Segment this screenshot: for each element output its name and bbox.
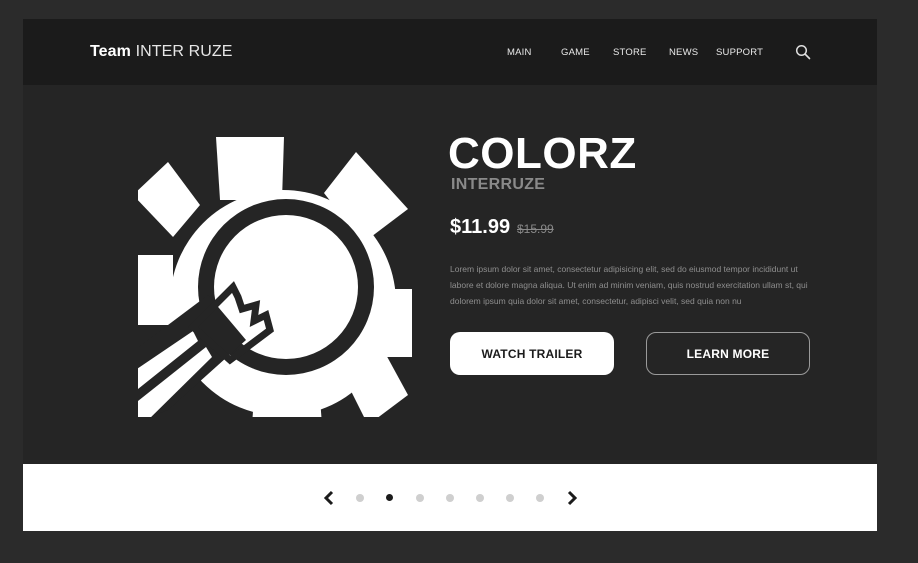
product-price: $11.99 xyxy=(450,216,511,238)
product-title: COLORZ xyxy=(448,129,637,178)
chevron-right-icon[interactable] xyxy=(565,490,579,506)
watch-trailer-button[interactable]: WATCH TRAILER xyxy=(450,332,614,375)
nav-item-game[interactable]: GAME xyxy=(561,47,590,58)
carousel-dot[interactable] xyxy=(446,494,454,502)
carousel-dot[interactable] xyxy=(386,494,393,501)
search-icon[interactable] xyxy=(795,44,811,60)
top-nav-bar: Team INTER RUZE MAIN GAME STORE NEWS SUP… xyxy=(23,19,877,85)
carousel-dot[interactable] xyxy=(356,494,364,502)
gear-lightbulb-icon xyxy=(138,135,412,417)
product-description: Lorem ipsum dolor sit amet, consectetur … xyxy=(450,264,808,306)
learn-more-button[interactable]: LEARN MORE xyxy=(646,332,810,375)
carousel-dot[interactable] xyxy=(416,494,424,502)
carousel-pager xyxy=(23,464,877,531)
brand-name-light: INTER RUZE xyxy=(135,43,233,60)
page-frame: Team INTER RUZE MAIN GAME STORE NEWS SUP… xyxy=(23,19,877,531)
carousel-dot[interactable] xyxy=(506,494,514,502)
chevron-left-icon[interactable] xyxy=(322,490,336,506)
brand-name-bold: Team xyxy=(90,43,132,60)
brand-logo[interactable]: Team INTER RUZE xyxy=(90,43,233,61)
carousel-dot[interactable] xyxy=(476,494,484,502)
product-publisher: INTERRUZE xyxy=(451,176,546,193)
carousel-dot[interactable] xyxy=(536,494,544,502)
nav-item-support[interactable]: SUPPORT xyxy=(716,47,763,58)
nav-item-news[interactable]: NEWS xyxy=(669,47,698,58)
hero-section: COLORZ INTERRUZE $11.99 $15.99 Lorem ips… xyxy=(23,85,877,464)
nav-item-store[interactable]: STORE xyxy=(613,47,647,58)
nav-item-main[interactable]: MAIN xyxy=(507,47,532,58)
product-old-price: $15.99 xyxy=(517,222,554,236)
